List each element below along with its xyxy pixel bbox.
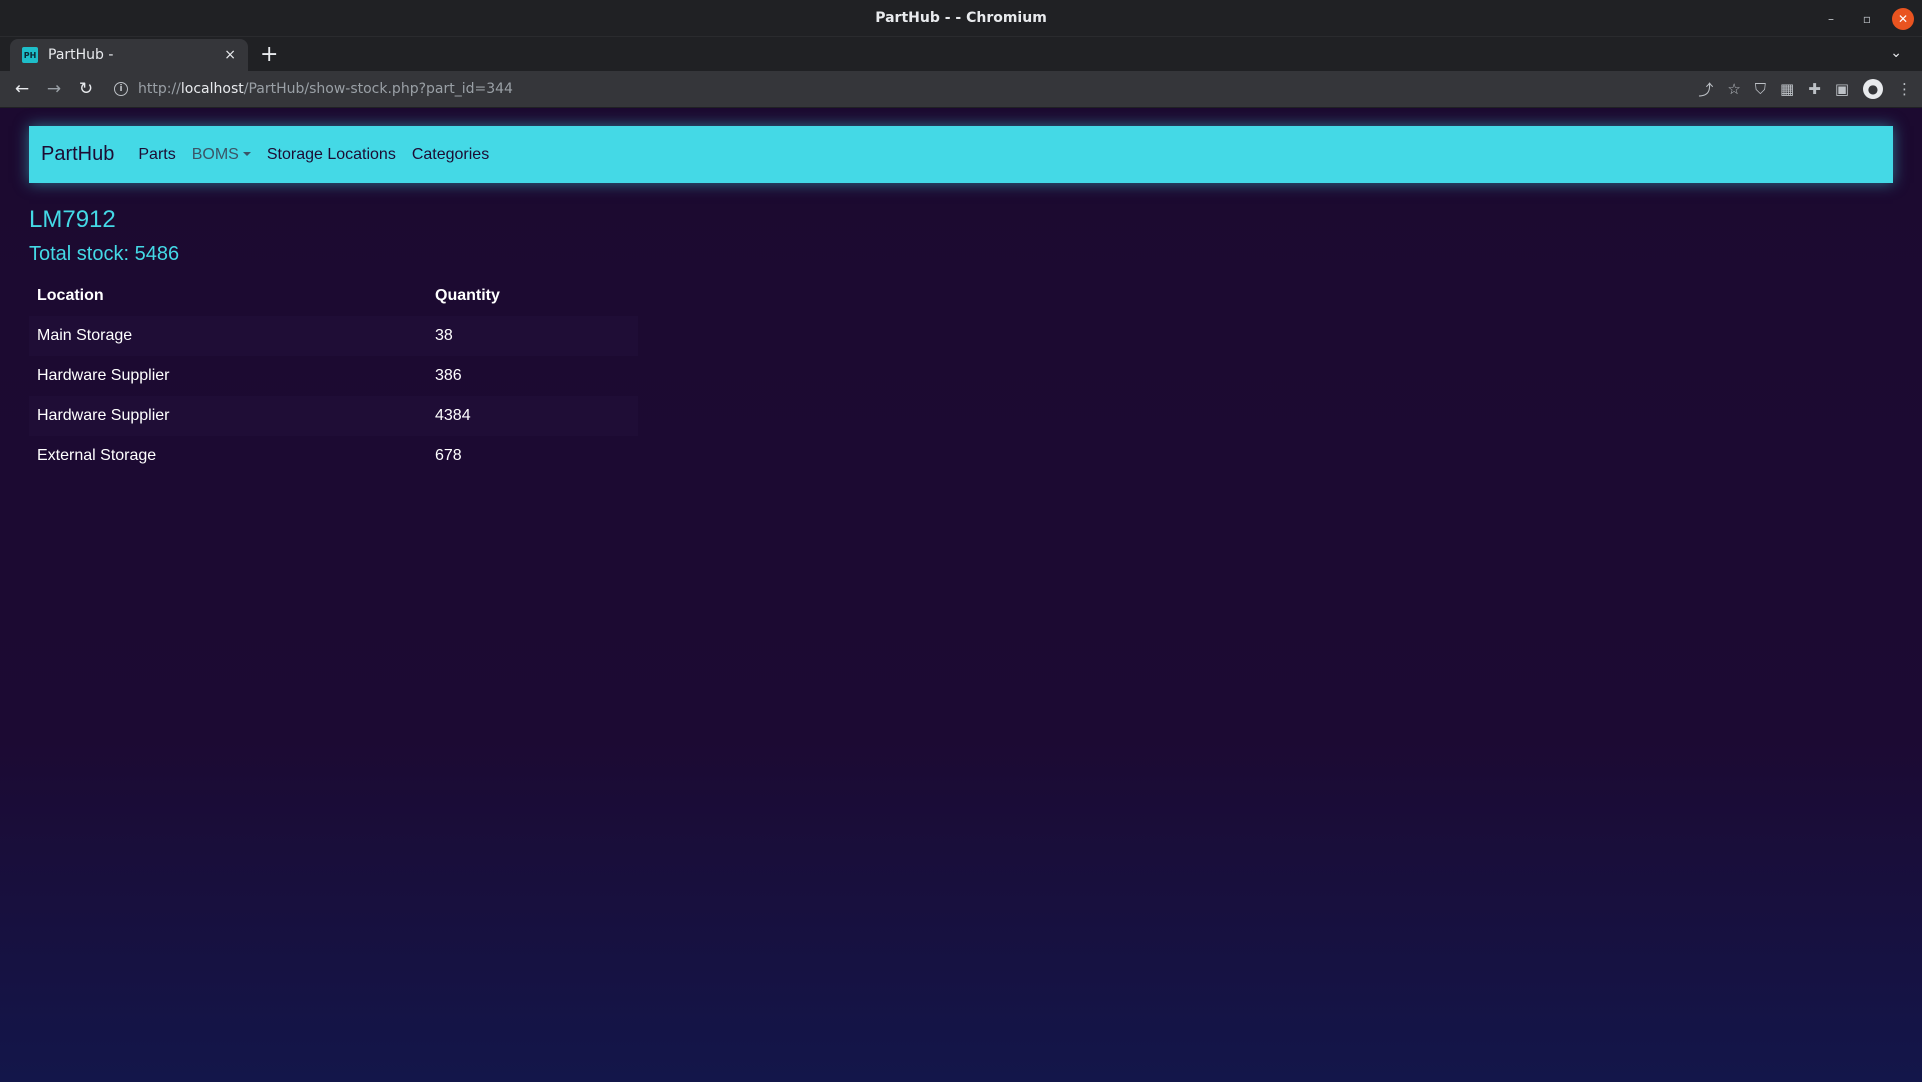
restore-icon[interactable]: ▫ xyxy=(1856,8,1878,30)
location-cell: Hardware Supplier xyxy=(37,367,170,384)
dropdown-caret-icon xyxy=(242,151,251,156)
quantity-cell: 38 xyxy=(427,316,638,356)
quantity-cell: 4384 xyxy=(427,396,638,436)
part-name-heading: LM7912 xyxy=(29,206,116,233)
profile-avatar-icon[interactable]: ● xyxy=(1863,79,1883,99)
location-cell: External Storage xyxy=(37,447,157,464)
extensions-puzzle-icon[interactable]: ✚ xyxy=(1808,80,1821,98)
total-stock-heading: Total stock: 5486 xyxy=(29,243,180,265)
nav-dropdown-boms[interactable]: BOMS xyxy=(192,146,251,164)
window-titlebar: PartHub - - Chromium – ▫ ✕ xyxy=(0,0,1922,37)
url-scheme: http:// xyxy=(138,81,181,97)
share-icon[interactable]: ⤴ xyxy=(1698,79,1713,100)
minimize-icon[interactable]: – xyxy=(1820,8,1842,30)
favicon-icon: PH xyxy=(22,47,38,63)
tab-title: PartHub - xyxy=(48,47,114,63)
address-bar[interactable]: i http://localhost/PartHub/show-stock.ph… xyxy=(106,75,1690,103)
back-icon[interactable]: ← xyxy=(10,77,34,101)
table-row: External Storage 678 xyxy=(29,436,638,476)
table-row: Hardware Supplier 386 xyxy=(29,356,638,396)
url-path: /PartHub/show-stock.php?part_id=344 xyxy=(243,81,513,97)
site-info-icon[interactable]: i xyxy=(114,82,128,96)
quantity-cell: 386 xyxy=(435,367,462,384)
tab-strip: PH PartHub - × + ⌄ xyxy=(0,37,1922,71)
reload-icon[interactable]: ↻ xyxy=(74,77,98,101)
stock-table: Location Quantity Main Storage 38 Hardwa… xyxy=(29,276,638,476)
page-content: PartHub Parts BOMS Storage Locations Cat… xyxy=(0,108,1922,1082)
grid-extension-icon[interactable]: ▦ xyxy=(1780,80,1794,98)
location-cell: Hardware Supplier xyxy=(29,396,427,436)
tab-close-icon[interactable]: × xyxy=(224,47,236,63)
url-host: localhost xyxy=(180,81,244,97)
window-controls: – ▫ ✕ xyxy=(1820,8,1914,30)
location-cell: Main Storage xyxy=(29,316,427,356)
side-panel-icon[interactable]: ▣ xyxy=(1835,80,1849,98)
tab-parthub[interactable]: PH PartHub - × xyxy=(10,39,248,71)
window-title: PartHub - - Chromium xyxy=(875,10,1047,26)
menu-kebab-icon[interactable]: ⋮ xyxy=(1897,80,1912,98)
nav-link-storage-locations[interactable]: Storage Locations xyxy=(267,146,396,164)
column-header-quantity: Quantity xyxy=(435,287,500,304)
table-row: Hardware Supplier 4384 xyxy=(29,396,638,436)
table-row: Main Storage 38 xyxy=(29,316,638,356)
column-header-location: Location xyxy=(37,287,104,304)
browser-toolbar: ← → ↻ i http://localhost/PartHub/show-st… xyxy=(0,71,1922,107)
shield-extension-icon[interactable]: ⛉ xyxy=(1755,80,1766,98)
quantity-cell: 678 xyxy=(435,447,462,464)
site-navbar: PartHub Parts BOMS Storage Locations Cat… xyxy=(29,126,1893,183)
bookmark-star-icon[interactable]: ☆ xyxy=(1727,80,1740,98)
new-tab-icon[interactable]: + xyxy=(260,42,278,67)
nav-link-categories[interactable]: Categories xyxy=(412,146,489,164)
nav-dropdown-boms-label: BOMS xyxy=(191,145,239,163)
nav-link-parts[interactable]: Parts xyxy=(138,146,175,164)
close-window-icon[interactable]: ✕ xyxy=(1892,8,1914,30)
forward-icon[interactable]: → xyxy=(42,77,66,101)
tab-search-chevron-icon[interactable]: ⌄ xyxy=(1890,45,1902,61)
toolbar-actions: ⤴ ☆ ⛉ ▦ ✚ ▣ ● ⋮ xyxy=(1698,79,1912,100)
brand-link[interactable]: PartHub xyxy=(41,143,114,166)
url-text[interactable]: http://localhost/PartHub/show-stock.php?… xyxy=(138,81,513,97)
table-header-row: Location Quantity xyxy=(29,276,638,316)
